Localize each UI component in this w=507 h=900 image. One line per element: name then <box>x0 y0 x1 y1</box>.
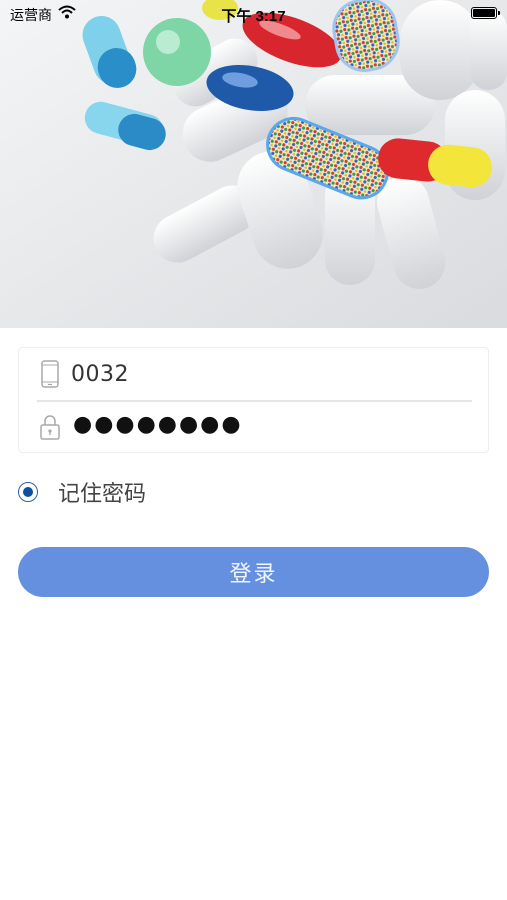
remember-password-option[interactable]: 记住密码 <box>18 477 146 507</box>
battery-icon <box>471 7 500 19</box>
account-row <box>19 348 488 400</box>
lock-icon <box>39 413 61 441</box>
password-row[interactable]: ●●●●●●●● <box>19 401 488 453</box>
status-time: 下午 3:17 <box>221 8 286 25</box>
remember-password-label: 记住密码 <box>58 482 147 507</box>
status-bar: 运营商 下午 3:17 <box>0 0 507 28</box>
login-form: ●●●●●●●● <box>18 347 489 453</box>
hero-image <box>0 0 507 328</box>
phone-icon <box>39 360 61 388</box>
account-input[interactable] <box>71 358 451 390</box>
pills-illustration <box>0 0 507 328</box>
remember-radio[interactable] <box>18 482 38 502</box>
password-input[interactable]: ●●●●●●●● <box>73 412 243 437</box>
login-button[interactable]: 登录 <box>18 547 489 597</box>
